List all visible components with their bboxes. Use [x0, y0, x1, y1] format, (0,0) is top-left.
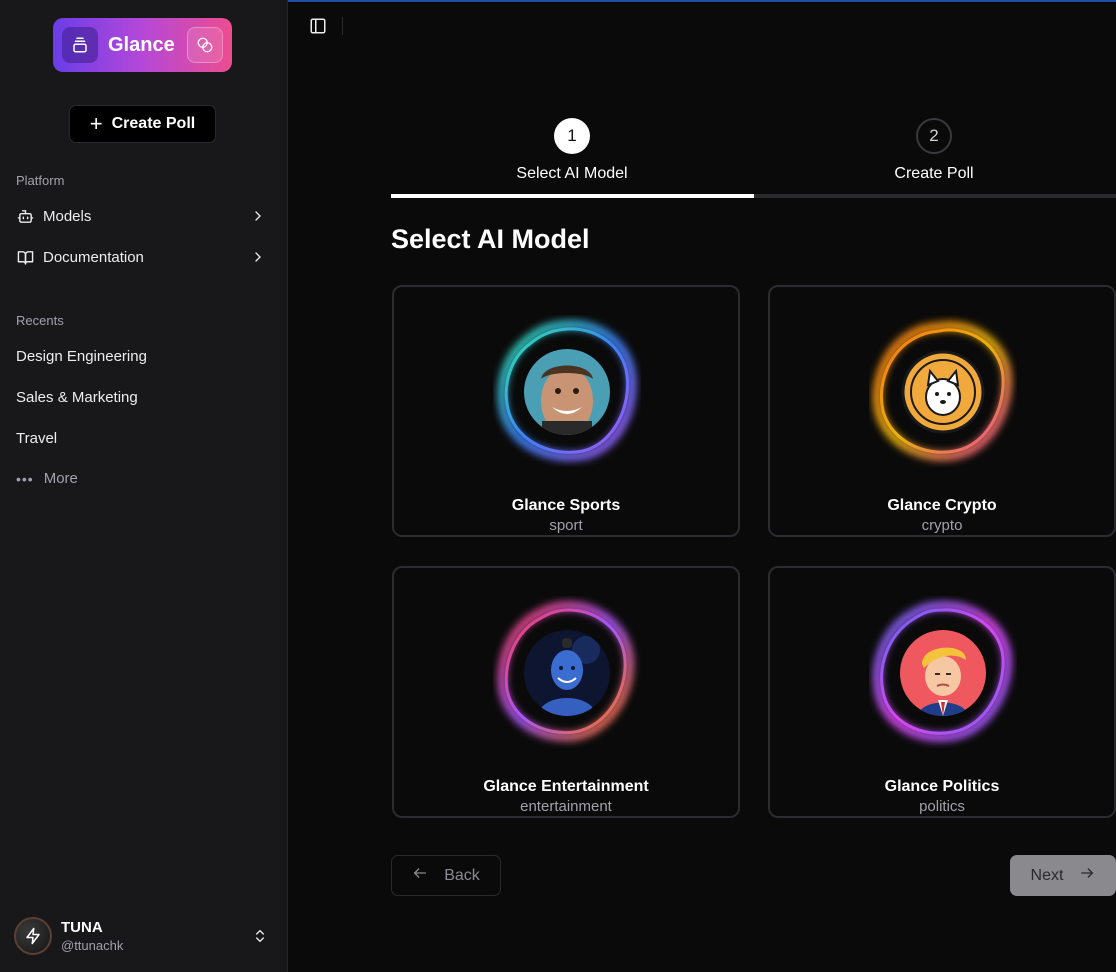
more-button[interactable]: ••• More: [16, 470, 78, 487]
sidebar-toggle-button[interactable]: [306, 14, 330, 38]
coins-icon: [187, 27, 223, 63]
lightning-icon: [26, 927, 40, 945]
recent-item[interactable]: Travel: [16, 430, 57, 447]
chevrons-up-down-icon: [252, 927, 268, 950]
model-card-crypto[interactable]: Glance Crypto crypto: [768, 285, 1116, 537]
model-avatar: [900, 349, 986, 435]
panel-left-icon: [310, 18, 326, 34]
chevron-right-icon: [250, 249, 266, 269]
step-number: 1: [554, 118, 590, 154]
arrow-right-icon: [1079, 865, 1095, 886]
user-menu[interactable]: TUNA @ttunachk: [14, 914, 274, 958]
next-button[interactable]: Next: [1010, 855, 1116, 896]
toolbar-divider: [342, 17, 343, 35]
model-tag: crypto: [921, 517, 963, 534]
gallery-icon: [62, 27, 98, 63]
recent-item[interactable]: Sales & Marketing: [16, 389, 138, 406]
chevron-right-icon: [250, 208, 266, 228]
platform-section-label: Platform: [16, 173, 65, 188]
plus-icon: +: [89, 111, 103, 136]
user-name: TUNA: [61, 919, 103, 936]
step-label: Create Poll: [894, 165, 974, 182]
stepper-progress-fill: [391, 194, 754, 198]
step-1[interactable]: 1 Select AI Model: [391, 118, 753, 183]
model-tag: politics: [919, 798, 965, 815]
model-avatar: [524, 349, 610, 435]
create-poll-label: Create Poll: [111, 115, 196, 132]
avatar: [14, 917, 52, 955]
bot-icon: [16, 207, 34, 225]
model-tag: entertainment: [520, 798, 612, 815]
brand-logo[interactable]: Glance: [53, 18, 232, 72]
back-button[interactable]: Back: [391, 855, 501, 896]
recents-section-label: Recents: [16, 313, 64, 328]
sidebar-item-models[interactable]: Models: [8, 199, 280, 233]
model-card-entertainment[interactable]: Glance Entertainment entertainment: [392, 566, 740, 818]
brand-name: Glance: [108, 33, 175, 56]
user-info: TUNA @ttunachk: [61, 919, 123, 953]
app-root: Glance + Create Poll Platform Models Doc…: [0, 0, 1116, 972]
recent-item[interactable]: Design Engineering: [16, 348, 147, 365]
back-label: Back: [444, 866, 480, 884]
sidebar-item-documentation[interactable]: Documentation: [8, 240, 280, 274]
create-poll-button[interactable]: + Create Poll: [69, 105, 216, 143]
model-name: Glance Entertainment: [483, 778, 649, 795]
step-2[interactable]: 2 Create Poll: [753, 118, 1115, 183]
sidebar-item-label: Documentation: [43, 248, 144, 266]
model-avatar: [900, 630, 986, 716]
next-label: Next: [1030, 866, 1064, 884]
user-handle: @ttunachk: [61, 938, 124, 953]
model-name: Glance Sports: [511, 497, 621, 514]
model-tag: sport: [549, 517, 583, 534]
book-open-icon: [16, 248, 34, 266]
stepper-progress-track: [391, 194, 1116, 198]
model-name: Glance Crypto: [887, 497, 997, 514]
model-card-politics[interactable]: Glance Politics politics: [768, 566, 1116, 818]
page-title: Select AI Model: [391, 224, 590, 254]
sidebar-item-label: Models: [43, 207, 92, 225]
arrow-left-icon: [412, 865, 428, 886]
step-number: 2: [916, 118, 952, 154]
model-name: Glance Politics: [884, 778, 1000, 795]
model-avatar: [524, 630, 610, 716]
model-card-sports[interactable]: Glance Sports sport: [392, 285, 740, 537]
more-label: More: [43, 470, 78, 487]
more-horizontal-icon: •••: [16, 470, 34, 487]
step-label: Select AI Model: [516, 165, 628, 182]
sidebar: Glance + Create Poll Platform Models Doc…: [0, 0, 288, 972]
